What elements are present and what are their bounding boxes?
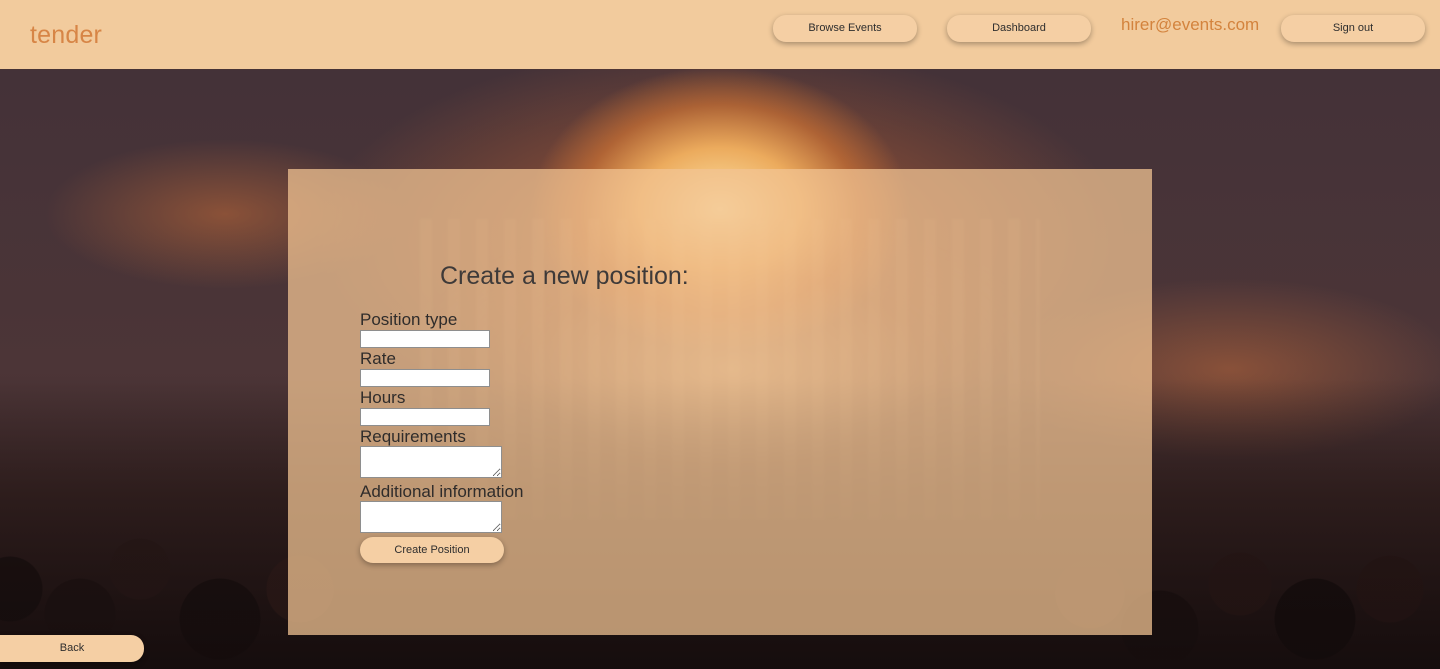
- requirements-textarea[interactable]: [360, 446, 502, 478]
- additional-information-textarea[interactable]: [360, 501, 502, 533]
- brand-logo[interactable]: tender: [30, 18, 102, 52]
- browse-events-button[interactable]: Browse Events: [773, 15, 917, 42]
- hours-label: Hours: [360, 388, 406, 407]
- create-position-panel: Create a new position: Position type Rat…: [288, 169, 1152, 635]
- page: tender Browse Events Dashboard hirer@eve…: [0, 0, 1440, 669]
- top-navigation-bar: tender Browse Events Dashboard hirer@eve…: [0, 0, 1440, 69]
- sign-out-button[interactable]: Sign out: [1281, 15, 1425, 42]
- requirements-label: Requirements: [360, 427, 466, 446]
- additional-information-label: Additional information: [360, 482, 524, 501]
- hours-input[interactable]: [360, 408, 490, 426]
- create-position-button[interactable]: Create Position: [360, 537, 504, 563]
- back-button[interactable]: Back: [0, 635, 144, 662]
- position-type-input[interactable]: [360, 330, 490, 348]
- rate-input[interactable]: [360, 369, 490, 387]
- rate-label: Rate: [360, 349, 396, 368]
- position-type-label: Position type: [360, 310, 458, 329]
- page-title: Create a new position:: [440, 262, 689, 290]
- current-user-email: hirer@events.com: [1121, 15, 1260, 34]
- dashboard-button[interactable]: Dashboard: [947, 15, 1091, 42]
